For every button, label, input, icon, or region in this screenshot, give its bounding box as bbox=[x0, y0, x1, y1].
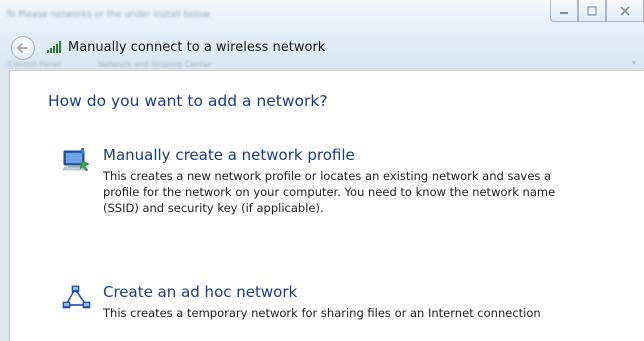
blurred-breadcrumb-1: Control Panel bbox=[8, 60, 62, 69]
ad-hoc-network-icon bbox=[62, 285, 91, 309]
question-heading: How do you want to add a network? bbox=[48, 92, 328, 110]
network-profile-icon bbox=[62, 148, 90, 172]
page-title: Manually connect to a wireless network bbox=[68, 40, 326, 55]
close-button[interactable] bbox=[606, 0, 644, 22]
maximize-button[interactable] bbox=[578, 0, 606, 22]
close-icon bbox=[620, 5, 630, 16]
window-controls bbox=[550, 0, 644, 22]
blurred-breadcrumb-2: Network and Sharing Center bbox=[98, 60, 212, 69]
option-manual-profile[interactable]: Manually create a network profile This c… bbox=[62, 146, 632, 221]
blurred-window-title: To Please networks or the under Install … bbox=[6, 10, 210, 20]
option-description: This creates a temporary network for sha… bbox=[103, 306, 541, 320]
back-arrow-icon bbox=[17, 43, 28, 53]
wireless-signal-icon bbox=[47, 41, 61, 53]
option-ad-hoc[interactable]: Create an ad hoc network This creates a … bbox=[62, 283, 632, 333]
wizard-window: To Please networks or the under Install … bbox=[0, 0, 644, 341]
wizard-content: How do you want to add a network? Manual… bbox=[9, 70, 644, 341]
chevron-down-icon: ▾ bbox=[632, 58, 637, 67]
option-title[interactable]: Create an ad hoc network bbox=[103, 283, 297, 301]
option-title[interactable]: Manually create a network profile bbox=[103, 146, 355, 164]
minimize-button[interactable] bbox=[550, 0, 578, 22]
maximize-icon bbox=[587, 5, 597, 16]
option-description: This creates a new network profile or lo… bbox=[103, 169, 556, 215]
back-button[interactable] bbox=[11, 36, 35, 60]
minimize-icon bbox=[560, 11, 568, 14]
